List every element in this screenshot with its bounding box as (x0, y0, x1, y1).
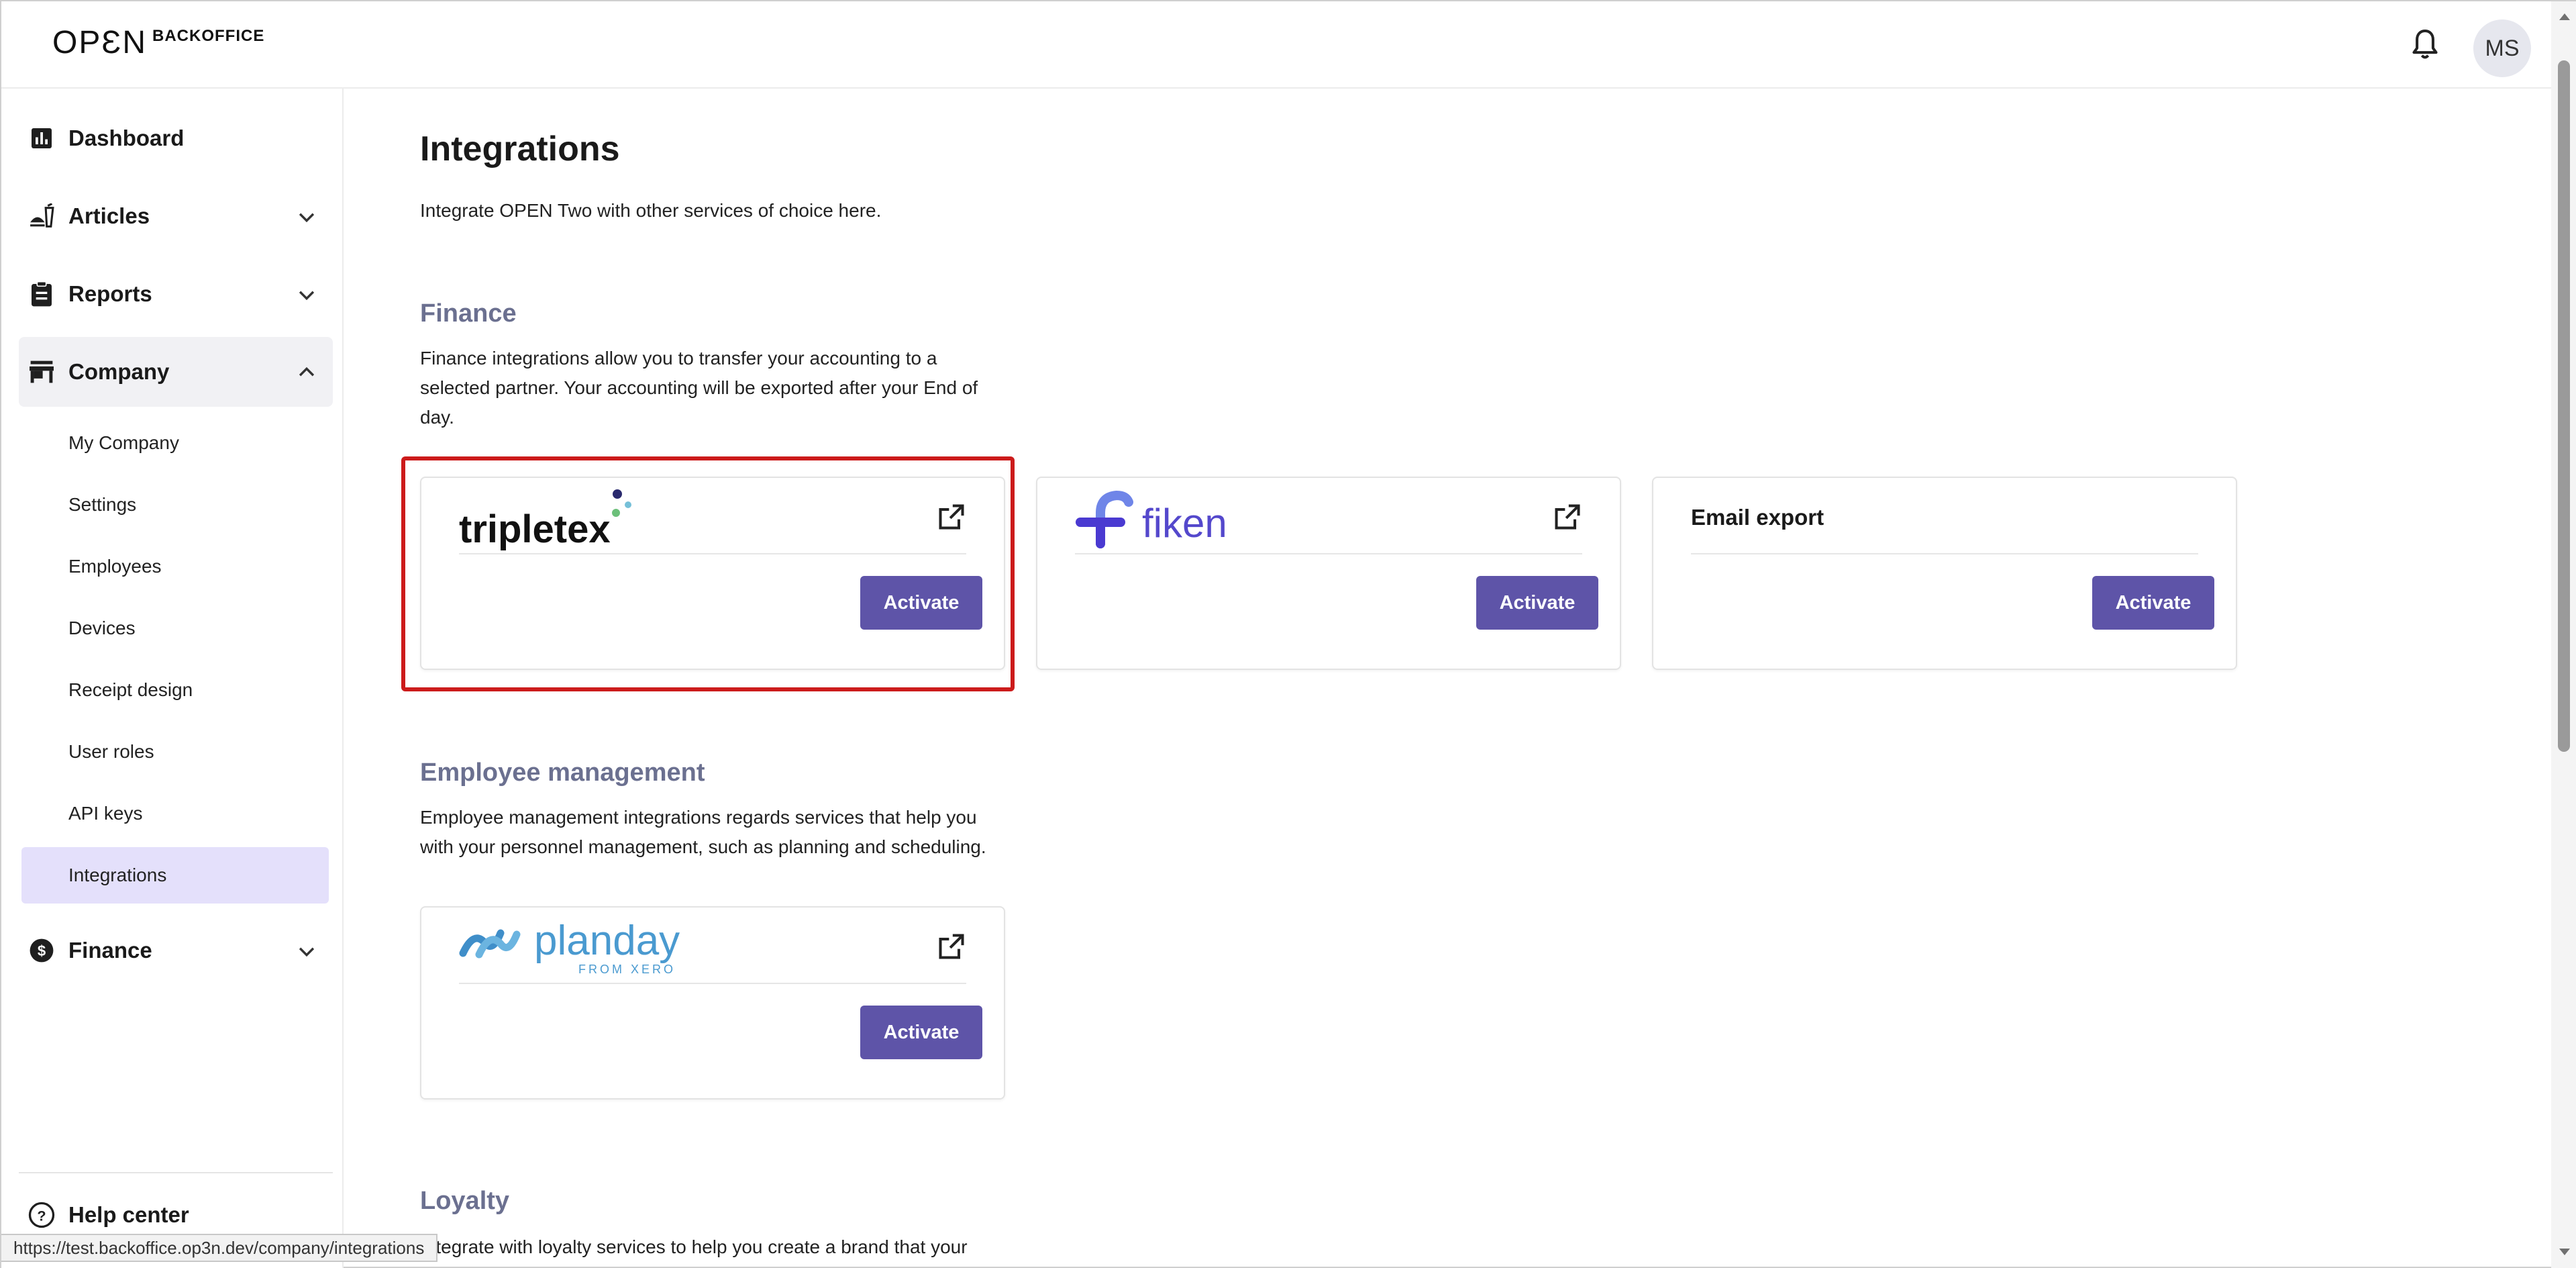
sidebar-sub-receipt-design[interactable]: Receipt design (21, 662, 329, 718)
sidebar-sub-integrations[interactable]: Integrations (21, 847, 329, 904)
main-content: Integrations Integrate OPEN Two with oth… (345, 89, 2551, 1268)
section-desc-employee-management: Employee management integrations regards… (420, 807, 986, 857)
sidebar-item-reports[interactable]: Reports (19, 259, 333, 329)
help-center-link[interactable]: ? Help center (28, 1202, 189, 1228)
help-center-label: Help center (68, 1202, 189, 1227)
app-window: OPƐN BACKOFFICE MS Dashboard Articles Re… (0, 0, 2576, 1268)
user-avatar[interactable]: MS (2473, 19, 2531, 77)
card-header: planday FROM XERO (459, 908, 966, 984)
activate-fiken-button[interactable]: Activate (1476, 576, 1598, 630)
sidebar-sub-employees[interactable]: Employees (21, 538, 329, 595)
svg-text:$: $ (38, 942, 46, 959)
dollar-icon: $ (28, 937, 55, 964)
section-title-loyalty: Loyalty (420, 1187, 510, 1215)
store-icon (28, 358, 55, 385)
scroll-thumb[interactable] (2558, 60, 2570, 752)
page-scrollbar[interactable] (2551, 1, 2576, 1268)
sidebar-item-label: Dashboard (68, 126, 185, 150)
logo-wordmark: OPƐN (52, 25, 148, 60)
planday-logo: planday FROM XERO (459, 918, 680, 976)
card-title: planday (534, 918, 680, 964)
integration-card-email-export: Email export Activate (1652, 477, 2237, 670)
sidebar-item-label: Reports (68, 281, 152, 306)
card-header: Email export (1691, 478, 2198, 554)
chevron-down-icon (299, 213, 315, 223)
page-title: Integrations (420, 130, 620, 168)
sidebar-item-company[interactable]: Company (19, 337, 333, 407)
card-title: Email export (1691, 505, 1824, 530)
section-desc-loyalty: Integrate with loyalty services to help … (420, 1236, 968, 1257)
tripletex-logo: tripletex (459, 489, 631, 550)
section-desc-finance: Finance integrations allow you to transf… (420, 348, 978, 428)
card-title: fiken (1142, 501, 1227, 546)
notification-bell-icon[interactable] (2410, 28, 2440, 63)
svg-text:?: ? (37, 1207, 46, 1224)
help-icon: ? (28, 1202, 55, 1228)
card-title: tripletex (459, 507, 611, 550)
sidebar-divider (19, 1172, 333, 1173)
status-bar-url: https://test.backoffice.op3n.dev/company… (1, 1234, 438, 1262)
planday-tagline: FROM XERO (578, 963, 676, 976)
activate-planday-button[interactable]: Activate (860, 1006, 982, 1059)
section-title-employee-management: Employee management (420, 759, 705, 787)
integration-card-planday: planday FROM XERO Activate (420, 906, 1005, 1100)
external-link-icon[interactable] (937, 502, 966, 532)
sidebar-item-articles[interactable]: Articles (19, 181, 333, 251)
food-icon (28, 203, 55, 230)
activate-email-export-button[interactable]: Activate (2092, 576, 2214, 630)
sidebar-sub-api-keys[interactable]: API keys (21, 785, 329, 842)
activate-tripletex-button[interactable]: Activate (860, 576, 982, 630)
sidebar-sub-my-company[interactable]: My Company (21, 415, 329, 471)
integration-card-fiken: fiken Activate (1036, 477, 1621, 670)
chevron-up-icon (299, 367, 315, 377)
page-subtitle: Integrate OPEN Two with other services o… (420, 200, 882, 221)
section-title-finance: Finance (420, 299, 517, 328)
clipboard-icon (28, 281, 55, 307)
external-link-icon[interactable] (1553, 502, 1582, 532)
scroll-down-arrow[interactable] (2559, 1249, 2570, 1255)
external-link-icon[interactable] (937, 932, 966, 961)
sidebar-item-label: Finance (68, 938, 152, 963)
sidebar-item-dashboard[interactable]: Dashboard (19, 103, 333, 173)
card-header: fiken (1075, 478, 1582, 554)
bar-chart-icon (28, 125, 55, 152)
logo-subtitle: BACKOFFICE (152, 27, 265, 45)
fiken-logo: fiken (1076, 490, 1227, 548)
scroll-up-arrow[interactable] (2559, 13, 2570, 20)
chevron-down-icon (299, 947, 315, 957)
sidebar-item-label: Company (68, 359, 170, 384)
integration-card-tripletex: tripletex Activate (420, 477, 1005, 670)
card-header: tripletex (459, 478, 966, 554)
sidebar-item-label: Articles (68, 203, 150, 228)
sidebar-sub-user-roles[interactable]: User roles (21, 724, 329, 780)
chevron-down-icon (299, 291, 315, 301)
sidebar-sub-devices[interactable]: Devices (21, 600, 329, 656)
sidebar-sub-settings[interactable]: Settings (21, 477, 329, 533)
sidebar-item-finance[interactable]: $ Finance (19, 916, 333, 985)
open-backoffice-logo[interactable]: OPƐN BACKOFFICE (52, 27, 264, 59)
sidebar: Dashboard Articles Reports Company My Co… (1, 89, 344, 1268)
top-header: OPƐN BACKOFFICE MS (1, 1, 2551, 89)
